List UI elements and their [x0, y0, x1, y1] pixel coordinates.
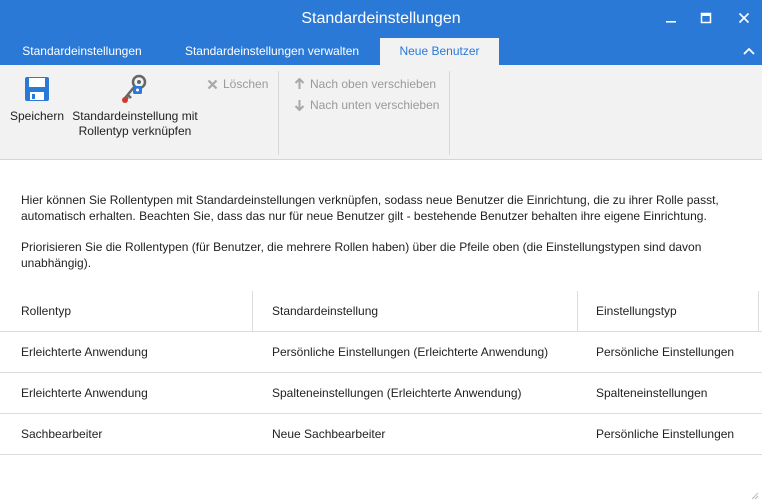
link-button-label-line2: Rollentyp verknüpfen — [78, 124, 192, 138]
table-row[interactable]: Erleichterte Anwendung Spalteneinstellun… — [0, 373, 762, 414]
ribbon: Speichern Standardeinstellung mit Rollen… — [0, 65, 762, 160]
save-button[interactable]: Speichern — [8, 73, 66, 124]
column-divider[interactable] — [758, 291, 759, 331]
delete-button[interactable]: Löschen — [206, 75, 268, 93]
tab-standardeinstellungen[interactable]: Standardeinstellungen — [0, 38, 164, 65]
resize-grip-icon[interactable] — [751, 489, 759, 500]
cell-einstellungstyp: Persönliche Einstellungen — [596, 345, 735, 359]
cell-rollentyp: Erleichterte Anwendung — [21, 345, 148, 359]
window-title: Standardeinstellungen — [301, 10, 461, 27]
tab-standardeinstellungen-verwalten[interactable]: Standardeinstellungen verwalten — [164, 38, 380, 65]
title-bar: Standardeinstellungen — [0, 0, 762, 38]
maximize-icon[interactable] — [696, 8, 716, 28]
description-paragraph-2: Priorisieren Sie die Rollentypen (für Be… — [21, 240, 702, 270]
arrow-down-icon — [293, 99, 305, 111]
description-paragraph-1: Hier können Sie Rollentypen mit Standard… — [21, 193, 719, 223]
tab-bar: Standardeinstellungen Standardeinstellun… — [0, 38, 762, 65]
collapse-ribbon-icon[interactable] — [740, 43, 758, 59]
table-row[interactable]: Sachbearbeiter Neue Sachbearbeiter Persö… — [0, 414, 762, 455]
link-role-type-button[interactable]: Standardeinstellung mit Rollentyp verknü… — [68, 73, 202, 139]
table-header: Rollentyp Standardeinstellung Einstellun… — [0, 291, 762, 332]
cell-einstellungstyp: Persönliche Einstellungen — [596, 427, 735, 441]
close-icon[interactable] — [734, 8, 754, 28]
cell-standardeinstellung: Persönliche Einstellungen (Erleichterte … — [272, 345, 549, 359]
description: Hier können Sie Rollentypen mit Standard… — [21, 192, 741, 286]
column-divider[interactable] — [252, 291, 253, 331]
save-button-label: Speichern — [9, 109, 65, 123]
floppy-disk-icon — [8, 73, 66, 105]
column-header-einstellungstyp[interactable]: Einstellungstyp — [596, 291, 677, 331]
delete-button-label: Löschen — [223, 77, 269, 91]
move-up-button[interactable]: Nach oben verschieben — [293, 75, 436, 93]
role-settings-table: Rollentyp Standardeinstellung Einstellun… — [0, 291, 762, 455]
move-up-label: Nach oben verschieben — [310, 77, 437, 91]
column-header-rollentyp[interactable]: Rollentyp — [21, 291, 71, 331]
ribbon-separator — [278, 71, 279, 155]
move-down-label: Nach unten verschieben — [310, 98, 440, 112]
cell-standardeinstellung: Spalteneinstellungen (Erleichterte Anwen… — [272, 386, 522, 400]
table-row[interactable]: Erleichterte Anwendung Persönliche Einst… — [0, 332, 762, 373]
arrow-up-icon — [293, 78, 305, 90]
cell-rollentyp: Erleichterte Anwendung — [21, 386, 148, 400]
column-divider[interactable] — [577, 291, 578, 331]
tab-neue-benutzer[interactable]: Neue Benutzer — [380, 38, 499, 65]
delete-x-icon — [206, 78, 218, 90]
minimize-icon[interactable] — [661, 8, 681, 28]
cell-rollentyp: Sachbearbeiter — [21, 427, 103, 441]
link-button-label-line1: Standardeinstellung mit — [72, 109, 198, 123]
ribbon-separator — [449, 71, 450, 155]
column-header-standardeinstellung[interactable]: Standardeinstellung — [272, 291, 378, 331]
key-link-icon — [68, 73, 202, 105]
cell-standardeinstellung: Neue Sachbearbeiter — [272, 427, 386, 441]
cell-einstellungstyp: Spalteneinstellungen — [596, 386, 708, 400]
move-down-button[interactable]: Nach unten verschieben — [293, 96, 439, 114]
